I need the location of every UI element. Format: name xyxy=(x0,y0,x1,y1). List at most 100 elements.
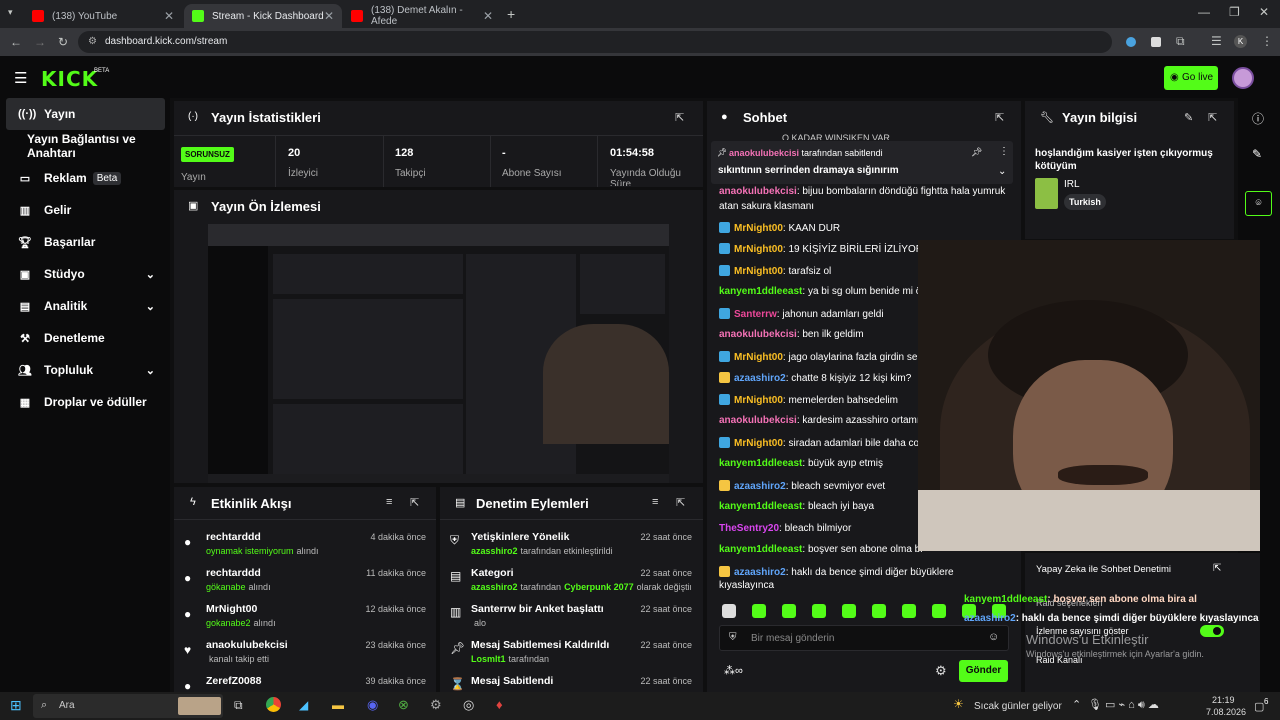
view-count-toggle[interactable] xyxy=(1200,625,1224,637)
activity-item[interactable]: ● rechtarddd gökanabe alındı 11 dakika önce xyxy=(180,565,430,599)
chat-message[interactable]: Santerrw: jahonun adamları geldi xyxy=(719,307,919,320)
task-view-icon[interactable]: ⧉ xyxy=(234,698,243,713)
unpin-icon[interactable]: 📌︎ xyxy=(971,147,982,158)
extensions-puzzle-icon[interactable]: ⧉ xyxy=(1176,34,1185,49)
chat-message[interactable]: MrNight00: 19 KİŞİYİZ BİRİLERİ İZLİYOR xyxy=(719,243,923,255)
chat-message[interactable]: MrNight00: KAAN DUR xyxy=(719,221,919,234)
extension-icon[interactable] xyxy=(1151,37,1161,47)
chat-message[interactable]: TheSentry20: bleach bilmiyor xyxy=(719,523,919,534)
reload-icon[interactable]: ↻ xyxy=(58,35,68,49)
extension-icon[interactable] xyxy=(1126,37,1136,47)
emote-icon[interactable] xyxy=(842,604,856,618)
chat-username[interactable]: Santerrw xyxy=(734,309,777,320)
chat-username[interactable]: azaashiro2 xyxy=(734,567,786,578)
chat-username[interactable]: anaokulubekcisi xyxy=(719,329,797,340)
sidebar-item-reklam[interactable]: ▭ Reklam Beta xyxy=(6,162,165,194)
chat-message[interactable]: kanyem1ddleeast: boşver sen abone olma b… xyxy=(719,544,922,555)
restore-icon[interactable]: ❐ xyxy=(1229,5,1240,19)
sidebar-item-topluluk[interactable]: 👥︎ Topluluk ⌄ xyxy=(6,354,165,386)
window-close-icon[interactable]: ✕ xyxy=(1259,5,1269,19)
chat-username[interactable]: kanyem1ddleeast xyxy=(719,544,802,555)
close-icon[interactable]: ✕ xyxy=(324,9,334,23)
chat-username[interactable]: TheSentry20 xyxy=(719,523,779,534)
tab-youtube[interactable]: (138) YouTube ✕ xyxy=(24,4,182,28)
chat-message[interactable]: MrNight00: siradan adamlari bile daha co xyxy=(719,436,919,449)
chat-username[interactable]: MrNight00 xyxy=(734,395,783,406)
chat-username[interactable]: MrNight00 xyxy=(734,352,783,363)
clock-time[interactable]: 21:19 xyxy=(1212,695,1235,705)
emote-icon[interactable] xyxy=(932,604,946,618)
expand-icon[interactable]: ⇱ xyxy=(676,496,685,509)
chat-message[interactable]: anaokulubekcisi: kardesim azasshiro orta… xyxy=(719,415,920,426)
chat-message[interactable]: anaokulubekcisi: bijuu bombaların döndüğ… xyxy=(719,186,1005,197)
chat-username[interactable]: kanyem1ddleeast xyxy=(719,501,802,512)
close-icon[interactable]: ✕ xyxy=(483,9,493,23)
close-icon[interactable]: ✕ xyxy=(164,9,174,23)
address-bar[interactable]: ⚙ dashboard.kick.com/stream xyxy=(78,31,1112,53)
expand-icon[interactable]: ⇱ xyxy=(1213,563,1221,574)
chat-message[interactable]: anaokulubekcisi: ben ilk geldim xyxy=(719,329,919,340)
menu-kebab-icon[interactable]: ⋮ xyxy=(1261,34,1273,48)
chat-username[interactable]: anaokulubekcisi xyxy=(719,415,797,426)
notification-icon[interactable]: ▢ xyxy=(1254,700,1264,713)
tray-chevron-icon[interactable]: ⌃ xyxy=(1072,698,1081,711)
chat-username[interactable]: MrNight00 xyxy=(734,438,783,449)
profile-avatar[interactable]: K xyxy=(1234,35,1247,48)
tray-icons[interactable]: 🎙︎ ▭ ⌁ ⌂ 🔊︎ ☁ xyxy=(1088,698,1159,712)
chat-message[interactable]: kanyem1ddleeast: ya bi sg olum benide mi… xyxy=(719,286,924,297)
emote-icon[interactable] xyxy=(782,604,796,618)
chat-username[interactable]: azaashiro2 xyxy=(734,481,786,492)
file-explorer-icon[interactable]: ▬ xyxy=(332,698,344,712)
chat-message[interactable]: azaashiro2: bleach sevmiyor evet xyxy=(719,479,919,492)
minimize-icon[interactable]: — xyxy=(1198,5,1210,19)
tab-kick-dashboard[interactable]: Stream - Kick Dashboard ✕ xyxy=(184,4,342,28)
kick-logo[interactable]: KICK xyxy=(41,67,98,91)
chat-message[interactable]: azaashiro2: haklı da bence şimdi diğer b… xyxy=(719,565,954,578)
sidebar-item-droplar[interactable]: ▦ Droplar ve ödüller xyxy=(6,386,165,418)
back-icon[interactable]: ← xyxy=(10,35,22,49)
emote-icon[interactable] xyxy=(872,604,886,618)
steam-icon[interactable]: ⚙ xyxy=(430,697,442,713)
emote-icon[interactable] xyxy=(752,604,766,618)
chat-username[interactable]: MrNight00 xyxy=(734,244,783,255)
weather-text[interactable]: Sıcak günler geliyor xyxy=(974,701,1062,712)
chat-message[interactable]: kanyem1ddleeast: büyük ayıp etmiş xyxy=(719,458,919,469)
discord-icon[interactable]: ◉ xyxy=(367,697,378,713)
moderation-item[interactable]: ⛨ Yetişkinlere Yönelik azasshiro2 tarafında… xyxy=(446,529,696,563)
sidebar-item-basarilar[interactable]: 🏆︎ Başarılar xyxy=(6,226,165,258)
moderation-item[interactable]: ▥ Santerrw bir Anket başlattı alo 22 saat ö… xyxy=(446,601,696,635)
media-control-icon[interactable]: ☰ xyxy=(1211,34,1222,48)
sidebar-item-denetleme[interactable]: ⚒ Denetleme xyxy=(6,322,165,354)
new-tab-icon[interactable]: + xyxy=(507,6,515,22)
expand-icon[interactable]: ⇱ xyxy=(410,496,419,509)
xbox-icon[interactable]: ⊗ xyxy=(398,697,409,713)
user-avatar[interactable] xyxy=(1232,67,1254,89)
edit-icon[interactable]: ✎ xyxy=(1252,147,1262,161)
emote-icon[interactable] xyxy=(812,604,826,618)
chevron-down-icon[interactable]: ⌄ xyxy=(998,166,1006,177)
chat-message[interactable]: MrNight00: memelerden bahsedelim xyxy=(719,393,919,406)
sidebar-item-studyo[interactable]: ▣ Stüdyo ⌄ xyxy=(6,258,165,290)
points-icon[interactable]: ⁂∞ xyxy=(724,664,743,677)
filter-icon[interactable]: ≡ xyxy=(386,496,392,508)
chat-username[interactable]: MrNight00 xyxy=(734,266,783,277)
forward-icon[interactable]: → xyxy=(34,35,46,49)
chat-username[interactable]: anaokulubekcisi xyxy=(719,186,797,197)
chat-message[interactable]: MrNight00: jago olaylarina fazla girdin … xyxy=(719,350,919,363)
activity-item[interactable]: ● rechtarddd oynamak istemiyorum alındı 4 da… xyxy=(180,529,430,563)
chat-username[interactable]: MrNight00 xyxy=(734,223,783,234)
chat-message[interactable]: azaashiro2: chatte 8 kişiyiz 12 kişi kim… xyxy=(719,372,919,384)
chat-message[interactable]: kanyem1ddleeast: bleach iyi baya xyxy=(719,501,919,512)
windows-start-icon[interactable]: ⊞ xyxy=(10,697,22,714)
activity-item[interactable]: ♥ anaokulubekcisi kanalı takip etti 23 daki… xyxy=(180,637,430,671)
info-icon[interactable]: ⓘ xyxy=(1252,110,1264,127)
sidebar-item-analitik[interactable]: ▤ Analitik ⌄ xyxy=(6,290,165,322)
go-live-button[interactable]: ◉ Go live xyxy=(1164,66,1218,90)
taskbar-search[interactable]: ⌕ Ara xyxy=(33,694,223,718)
app-taskbar-icon[interactable]: ♦ xyxy=(496,697,503,712)
more-icon[interactable]: ⋮ xyxy=(999,146,1009,157)
expand-icon[interactable]: ⇱ xyxy=(995,111,1004,124)
chat-username[interactable]: azaashiro2 xyxy=(734,373,786,384)
sidebar-item-yayin[interactable]: ((·)) Yayın xyxy=(6,98,165,130)
chat-username[interactable]: kanyem1ddleeast xyxy=(719,458,802,469)
